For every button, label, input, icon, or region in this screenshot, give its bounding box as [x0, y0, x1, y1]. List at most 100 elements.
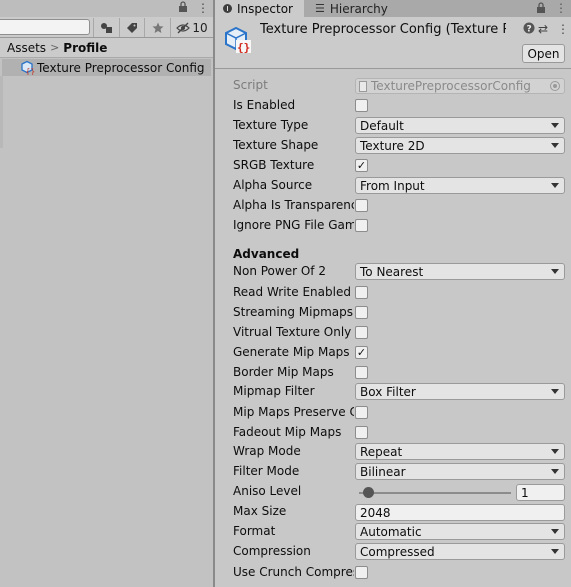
non-power-of-2-dropdown[interactable]: To Nearest — [355, 263, 565, 280]
aniso-level-input[interactable]: 1 — [516, 484, 565, 501]
compression-row: Compression Compressed — [215, 541, 571, 561]
generate-mips-label: Generate Mip Maps — [233, 345, 350, 359]
mipmap-filter-row: Mipmap Filter Box Filter — [215, 381, 571, 401]
fadeout-mips-label: Fadeout Mip Maps — [233, 425, 342, 439]
wrap-mode-value: Repeat — [360, 444, 403, 459]
project-panel: ⋮ 10 Assets > Profile {} Texture Preproc… — [0, 0, 213, 587]
asset-name: Texture Preprocessor Config — [37, 60, 205, 75]
breadcrumb: Assets > Profile — [0, 38, 213, 58]
inspector-lock-icon[interactable] — [536, 2, 546, 17]
virtual-texture-label: Vitrual Texture Only — [233, 325, 352, 339]
read-write-checkbox[interactable] — [355, 286, 368, 299]
is-enabled-checkbox[interactable] — [355, 99, 368, 112]
texture-type-dropdown[interactable]: Default — [355, 117, 565, 134]
alpha-source-dropdown[interactable]: From Input — [355, 177, 565, 194]
star-icon — [152, 22, 163, 33]
virtual-texture-checkbox[interactable] — [355, 326, 368, 339]
filter-mode-label: Filter Mode — [233, 464, 300, 478]
fadeout-mips-checkbox[interactable] — [355, 426, 368, 439]
streaming-mipmaps-checkbox[interactable] — [355, 306, 368, 319]
tag-icon — [127, 22, 137, 33]
texture-shape-value: Texture 2D — [360, 138, 425, 153]
inspector-menu-icon[interactable]: ⋮ — [555, 1, 567, 15]
breadcrumb-root[interactable]: Assets — [7, 41, 46, 55]
alpha-source-row: Alpha Source From Input — [215, 175, 571, 195]
alpha-source-value: From Input — [360, 178, 425, 193]
mip-preserve-row: Mip Maps Preserve Coverage — [215, 402, 571, 422]
inspector-title: Texture Preprocessor Config (Texture Pre… — [260, 22, 506, 37]
is-enabled-label: Is Enabled — [233, 98, 296, 112]
max-size-label: Max Size — [233, 504, 287, 518]
filter-by-type-button[interactable] — [93, 18, 119, 37]
inspector-tab-bar: Inspector ☰ Hierarchy ⋮ — [215, 0, 571, 17]
mip-preserve-label: Mip Maps Preserve Coverage — [233, 405, 354, 419]
generate-mips-checkbox[interactable]: ✓ — [355, 346, 368, 359]
crunch-checkbox[interactable] — [355, 566, 368, 579]
hidden-packages-toggle[interactable]: 10 — [170, 18, 213, 37]
format-dropdown[interactable]: Automatic — [355, 523, 565, 540]
script-field: TexturePreprocessorConfig — [355, 78, 565, 94]
component-menu-icon[interactable]: ⋮ — [557, 22, 569, 36]
aniso-slider-handle[interactable] — [362, 487, 374, 498]
chevron-down-icon — [551, 529, 559, 534]
tab-inspector-label: Inspector — [237, 1, 293, 16]
advanced-section-title: Advanced — [233, 247, 300, 261]
mipmap-filter-label: Mipmap Filter — [233, 384, 315, 398]
tab-hierarchy[interactable]: ☰ Hierarchy — [307, 0, 407, 17]
preset-settings-icon[interactable]: ⇄ — [538, 22, 548, 36]
panel-menu-icon[interactable]: ⋮ — [197, 1, 209, 15]
filter-mode-dropdown[interactable]: Bilinear — [355, 463, 565, 480]
info-icon — [223, 4, 232, 13]
srgb-checkbox[interactable]: ✓ — [355, 159, 368, 172]
lock-icon[interactable] — [178, 1, 188, 16]
virtual-texture-row: Vitrual Texture Only — [215, 322, 571, 342]
tab-inspector[interactable]: Inspector — [215, 0, 304, 17]
aniso-level-row: Aniso Level 1 — [215, 481, 571, 501]
texture-type-label: Texture Type — [233, 118, 309, 132]
border-mips-row: Border Mip Maps — [215, 362, 571, 382]
eye-slash-icon — [176, 22, 191, 33]
object-picker-icon — [550, 81, 560, 91]
chevron-down-icon — [551, 389, 559, 394]
breadcrumb-current[interactable]: Profile — [63, 41, 107, 55]
wrap-mode-dropdown[interactable]: Repeat — [355, 443, 565, 460]
chevron-down-icon — [551, 449, 559, 454]
crunch-label: Use Crunch Compression — [233, 565, 354, 579]
texture-shape-label: Texture Shape — [233, 138, 319, 152]
border-mips-checkbox[interactable] — [355, 366, 368, 379]
crunch-row: Use Crunch Compression — [215, 562, 571, 582]
open-button[interactable]: Open — [522, 44, 565, 63]
mipmap-filter-dropdown[interactable]: Box Filter — [355, 383, 565, 400]
svg-text:{}: {} — [237, 41, 250, 54]
ignore-png-checkbox[interactable] — [355, 219, 368, 232]
is-enabled-row: Is Enabled — [215, 95, 571, 115]
script-row: Script TexturePreprocessorConfig — [215, 75, 571, 95]
svg-text:?: ? — [527, 25, 532, 35]
mip-preserve-checkbox[interactable] — [355, 406, 368, 419]
mipmap-filter-value: Box Filter — [360, 384, 416, 399]
chevron-down-icon — [551, 549, 559, 554]
alpha-transparency-checkbox[interactable] — [355, 199, 368, 212]
max-size-row: Max Size 2048 — [215, 501, 571, 521]
aniso-slider-track[interactable] — [359, 492, 511, 494]
help-icon[interactable]: ? — [523, 22, 535, 37]
favorites-button[interactable] — [144, 18, 170, 37]
scriptable-object-icon: {} — [20, 60, 36, 78]
inspector-panel: Inspector ☰ Hierarchy ⋮ {} Texture Prepr… — [215, 0, 571, 587]
non-power-of-2-label: Non Power Of 2 — [233, 264, 326, 278]
max-size-input[interactable]: 2048 — [355, 504, 565, 521]
format-value: Automatic — [360, 524, 422, 539]
border-mips-label: Border Mip Maps — [233, 365, 334, 379]
aniso-level-label: Aniso Level — [233, 484, 302, 498]
filter-type-icon — [100, 22, 112, 33]
search-input[interactable] — [0, 19, 90, 35]
asset-list-item[interactable]: {} Texture Preprocessor Config — [2, 59, 211, 76]
texture-shape-dropdown[interactable]: Texture 2D — [355, 137, 565, 154]
checkmark-icon: ✓ — [356, 346, 367, 359]
read-write-label: Read Write Enabled — [233, 285, 351, 299]
filter-by-label-button[interactable] — [119, 18, 144, 37]
chevron-down-icon — [551, 183, 559, 188]
streaming-mipmaps-row: Streaming Mipmaps — [215, 302, 571, 322]
chevron-down-icon — [551, 123, 559, 128]
compression-dropdown[interactable]: Compressed — [355, 543, 565, 560]
